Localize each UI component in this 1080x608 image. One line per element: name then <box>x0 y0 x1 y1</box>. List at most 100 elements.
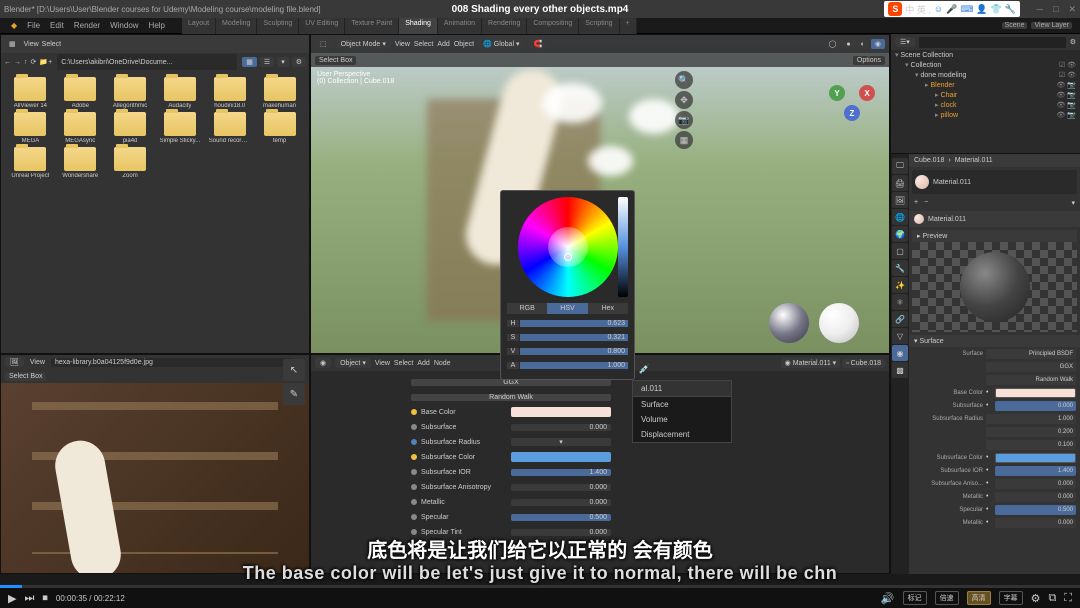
se-view-menu[interactable]: View <box>375 360 390 367</box>
ctx-displacement[interactable]: Displacement <box>633 427 731 442</box>
vp-menu-add[interactable]: Add <box>437 41 449 48</box>
se-object-link[interactable]: ▫ Cube.018 <box>842 359 885 368</box>
wrench-icon[interactable]: 🔧 <box>1005 4 1016 15</box>
tab-texture[interactable]: ▩ <box>892 362 908 378</box>
outliner-search[interactable] <box>919 37 1066 48</box>
pip-icon[interactable]: ⧉ <box>1048 592 1056 605</box>
vp-options[interactable]: Options <box>853 56 885 65</box>
cp-row-S[interactable]: S0.321 <box>507 331 628 343</box>
folder-item[interactable]: pia4d <box>107 112 154 144</box>
outliner-item[interactable]: ▾Scene Collection <box>891 50 1080 60</box>
play-button[interactable]: ▶ <box>8 592 16 605</box>
workspace-shading[interactable]: Shading <box>399 18 438 34</box>
ie-image-name[interactable]: hexa-library.b0a04125f9d0e.jpg <box>51 358 293 367</box>
folder-item[interactable]: Zoom <box>107 147 154 179</box>
folder-item[interactable]: Audacity <box>156 77 203 109</box>
tab-viewlayer[interactable]: 🖼 <box>892 192 908 208</box>
workspace-layout[interactable]: Layout <box>182 18 216 34</box>
material-preview[interactable] <box>912 242 1077 332</box>
settings-icon[interactable]: ⚙ <box>1031 592 1041 605</box>
color-wheel[interactable] <box>518 197 618 297</box>
quality-button[interactable]: 高清 <box>967 591 991 605</box>
tab-constraints[interactable]: 🔗 <box>892 311 908 327</box>
menu-file[interactable]: File <box>24 21 43 30</box>
shading-wireframe-icon[interactable]: ◯ <box>825 39 841 49</box>
ctx-volume[interactable]: Volume <box>633 412 731 427</box>
outliner-item[interactable]: ▸Chair👁 📷 <box>891 90 1080 100</box>
transform-orientation[interactable]: 🌐 Global ▾ <box>478 39 524 49</box>
folder-item[interactable]: houdini18.0 <box>206 77 253 109</box>
ie-editor-type[interactable]: 🖼 <box>5 357 24 367</box>
viewlayer-selector[interactable]: View Layer <box>1031 22 1072 29</box>
color-cursor[interactable] <box>564 253 572 261</box>
mic-icon[interactable]: 🎤 <box>946 4 957 15</box>
tab-world[interactable]: 🌍 <box>892 226 908 242</box>
material-slot[interactable]: Material.011 <box>912 170 1077 194</box>
tab-output[interactable]: 🖨 <box>892 175 908 191</box>
object-mode-dropdown[interactable]: Object Mode ▾ <box>336 39 391 49</box>
bc-cube[interactable]: Cube.018 <box>914 157 944 164</box>
folder-item[interactable]: Simple Sticky... <box>156 112 203 144</box>
surface-shader-dropdown[interactable]: Principled BSDF <box>986 349 1076 359</box>
fb-select-menu[interactable]: Select <box>42 41 61 48</box>
vp-editor-type[interactable]: ⬚ <box>315 39 332 49</box>
slot-remove-icon[interactable]: − <box>922 197 930 209</box>
fb-path-field[interactable]: C:\Users\akibri\OneDrive\Docume... <box>57 54 237 70</box>
se-material-link[interactable]: ◉ Material.011 ▾ <box>781 358 841 368</box>
tab-mesh[interactable]: ▽ <box>892 328 908 344</box>
cp-tab-hsv[interactable]: HSV <box>547 303 587 314</box>
cp-row-H[interactable]: H0.623 <box>507 317 628 329</box>
folder-item[interactable]: AllViewer 14 <box>7 77 54 109</box>
tab-modifiers[interactable]: 🔧 <box>892 260 908 276</box>
slot-menu-icon[interactable]: ▾ <box>1069 197 1077 209</box>
sogou-ime-bar[interactable]: S 中 英 , ☺ 🎤 ⌨ 👤 👕 🔧 <box>884 1 1020 17</box>
outliner-item[interactable]: ▸clock👁 📷 <box>891 100 1080 110</box>
folder-item[interactable]: Sound recordi... <box>206 112 253 144</box>
snap-icon[interactable]: 🧲 <box>529 39 548 49</box>
menu-render[interactable]: Render <box>71 21 103 30</box>
surface-section-header[interactable]: ▾ Surface <box>909 335 1080 347</box>
se-editor-type[interactable]: ◉ <box>315 358 331 368</box>
fb-list-icon[interactable]: ☰ <box>260 57 274 67</box>
refresh-icon[interactable]: ⟳ <box>31 58 37 66</box>
tab-physics[interactable]: ⚛ <box>892 294 908 310</box>
vp-menu-select[interactable]: Select <box>414 41 433 48</box>
folder-item[interactable]: MEGA <box>7 112 54 144</box>
vp-menu-object[interactable]: Object <box>454 41 474 48</box>
volume-icon[interactable]: 🔊 <box>881 592 895 605</box>
ie-tool-annotate[interactable]: ✎ <box>283 383 305 405</box>
shading-solid-icon[interactable]: ● <box>842 40 854 49</box>
fb-display-mode[interactable]: ▦ <box>4 39 21 49</box>
skin-icon[interactable]: 👕 <box>991 4 1002 15</box>
workspace-+[interactable]: + <box>620 18 637 34</box>
tab-particles[interactable]: ✨ <box>892 277 908 293</box>
menu-help[interactable]: Help <box>146 21 168 30</box>
folder-item[interactable]: temp <box>256 112 303 144</box>
value-slider[interactable] <box>618 197 628 297</box>
workspace-scripting[interactable]: Scripting <box>579 18 619 34</box>
newfolder-icon[interactable]: 📁+ <box>39 58 52 66</box>
person-icon[interactable]: 👤 <box>976 4 987 15</box>
tab-scene[interactable]: 🌐 <box>892 209 908 225</box>
workspace-rendering[interactable]: Rendering <box>482 18 527 34</box>
vp-selectbox[interactable]: Select Box <box>315 56 356 65</box>
se-type[interactable]: Object ▾ <box>335 358 371 368</box>
cp-tab-rgb[interactable]: RGB <box>507 303 547 314</box>
shading-rendered-icon[interactable]: ◉ <box>871 39 885 49</box>
outliner-item[interactable]: ▸Blender👁 📷 <box>891 80 1080 90</box>
marker-button[interactable]: 标记 <box>903 591 927 605</box>
fb-sort-icon[interactable]: ▾ <box>277 57 289 67</box>
camera-view-icon[interactable]: 📷 <box>675 111 693 129</box>
outliner-item[interactable]: ▾Collection☑ 👁 <box>891 60 1080 70</box>
next-button[interactable]: ⏭ <box>24 592 34 605</box>
material-name-field[interactable]: Material.011 <box>909 211 1080 227</box>
vp-menu-view[interactable]: View <box>395 41 410 48</box>
se-select-menu[interactable]: Select <box>394 360 413 367</box>
fullscreen-icon[interactable]: ⛶ <box>1064 592 1072 605</box>
folder-item[interactable]: Adobe <box>57 77 104 109</box>
outliner-type[interactable]: ☰▾ <box>895 37 915 47</box>
outliner-item[interactable]: ▸pillow👁 📷 <box>891 110 1080 120</box>
stop-button[interactable]: ⏹ <box>42 592 48 605</box>
folder-item[interactable]: MEGAsync <box>57 112 104 144</box>
outliner-item[interactable]: ▾done modeling☑ 👁 <box>891 70 1080 80</box>
